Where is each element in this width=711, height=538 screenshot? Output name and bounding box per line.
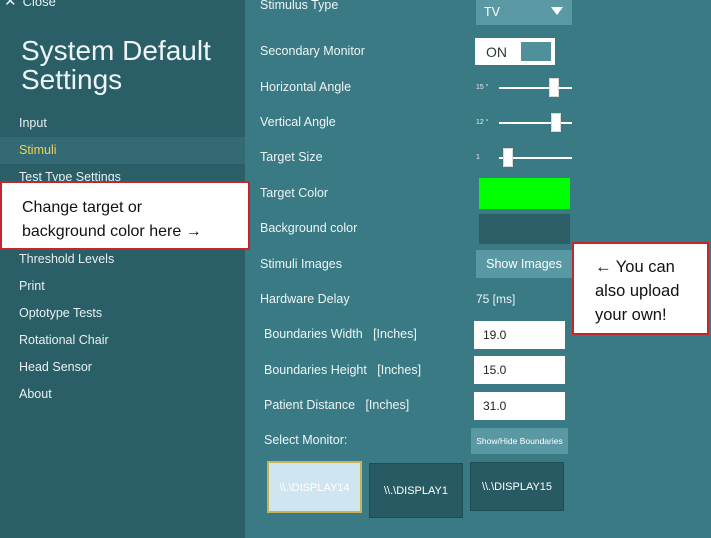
close-button[interactable]: ✕ Close [4, 0, 56, 9]
show-hide-boundaries-button[interactable]: Show/Hide Boundaries [471, 428, 568, 454]
callout-color-line2: background color here → [22, 223, 202, 240]
target-color-label: Target Color [260, 186, 329, 200]
sidebar: ✕ Close System Default Settings Input St… [0, 0, 245, 538]
callout-upload-line1: ← You can [595, 258, 675, 276]
page-title-line1: System Default [21, 35, 211, 66]
page-title: System Default Settings [21, 36, 211, 94]
close-label: Close [22, 0, 56, 9]
hardware-delay-label: Hardware Delay [260, 292, 350, 306]
hardware-delay-value: 75 [ms] [476, 292, 516, 306]
target-size-label: Target Size [260, 150, 323, 164]
background-color-swatch[interactable] [479, 214, 570, 244]
sidebar-item-stimuli[interactable]: Stimuli [0, 137, 245, 164]
stimulus-type-dropdown[interactable]: TV [476, 0, 572, 25]
vertical-angle-value: 12 ° [476, 119, 489, 126]
monitor-option-display14[interactable]: \\.\DISPLAY14 [267, 461, 362, 513]
callout-upload-line2: also upload [595, 282, 680, 300]
monitor-option-display1[interactable]: \\.\DISPLAY1 [369, 463, 463, 518]
monitor-option-display15[interactable]: \\.\DISPLAY15 [470, 462, 564, 511]
callout-upload-hint: ← You can also upload your own! [572, 242, 709, 335]
target-size-slider[interactable] [503, 148, 513, 167]
stimuli-images-label: Stimuli Images [260, 257, 342, 271]
show-images-button[interactable]: Show Images [476, 250, 572, 278]
secondary-monitor-label: Secondary Monitor [260, 44, 365, 58]
target-size-value: 1 [476, 154, 480, 161]
vertical-angle-slider[interactable] [551, 113, 561, 132]
boundaries-width-field[interactable]: 19.0 [474, 321, 565, 349]
vertical-angle-label: Vertical Angle [260, 115, 336, 129]
horizontal-angle-value: 15 ° [476, 84, 489, 91]
toggle-state-text: ON [486, 44, 507, 60]
stimulus-type-value: TV [484, 5, 500, 19]
horizontal-angle-slider[interactable] [549, 78, 559, 97]
horizontal-angle-track [499, 87, 572, 89]
target-color-swatch[interactable] [479, 178, 570, 209]
sidebar-item-optotype-tests[interactable]: Optotype Tests [0, 300, 245, 327]
sidebar-item-input[interactable]: Input [0, 110, 245, 137]
boundaries-height-field[interactable]: 15.0 [474, 356, 565, 384]
callout-color-hint: Change target or background color here → [0, 181, 250, 250]
patient-distance-field[interactable]: 31.0 [474, 392, 565, 420]
callout-upload-line3: your own! [595, 306, 667, 324]
boundaries-width-label: Boundaries Width [Inches] [264, 327, 417, 341]
sidebar-item-threshold-levels[interactable]: Threshold Levels [0, 246, 245, 273]
sidebar-item-head-sensor[interactable]: Head Sensor [0, 354, 245, 381]
patient-distance-label: Patient Distance [Inches] [264, 398, 410, 412]
sidebar-item-about[interactable]: About [0, 381, 245, 408]
toggle-knob [521, 42, 551, 61]
callout-color-line1: Change target or [22, 199, 143, 216]
vertical-angle-track [499, 122, 572, 124]
sidebar-item-print[interactable]: Print [0, 273, 245, 300]
background-color-label: Background color [260, 221, 358, 235]
horizontal-angle-label: Horizontal Angle [260, 80, 352, 94]
boundaries-height-label: Boundaries Height [Inches] [264, 363, 422, 377]
chevron-down-icon [551, 7, 563, 15]
select-monitor-label: Select Monitor: [264, 433, 348, 447]
sidebar-item-rotational-chair[interactable]: Rotational Chair [0, 327, 245, 354]
secondary-monitor-toggle[interactable]: ON [475, 38, 555, 65]
page-title-line2: Settings [21, 64, 123, 95]
close-icon: ✕ [4, 0, 17, 10]
stimulus-type-label: Stimulus Type [260, 0, 339, 12]
